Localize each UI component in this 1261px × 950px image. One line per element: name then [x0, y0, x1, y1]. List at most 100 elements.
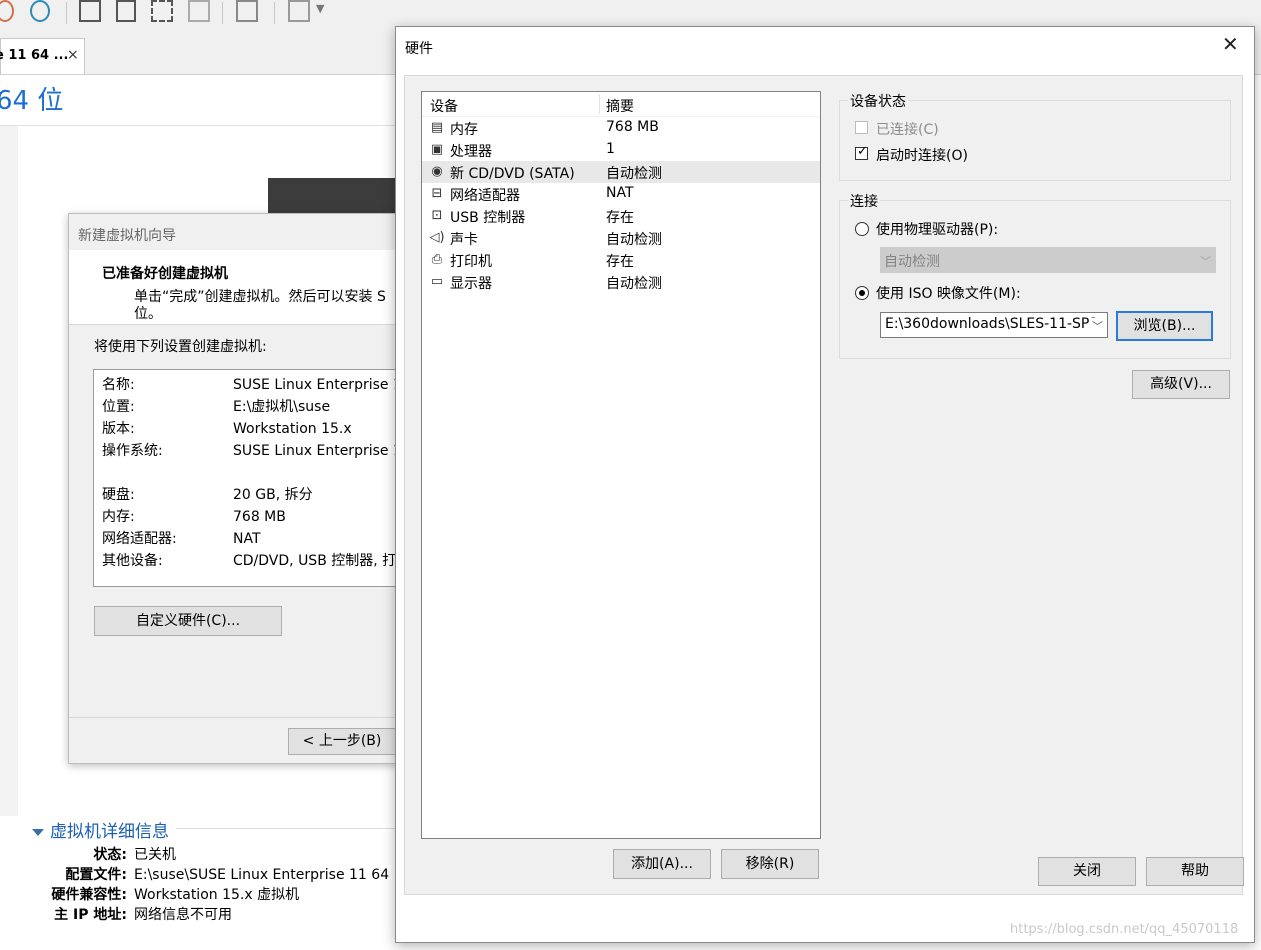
iso-image-label: 使用 ISO 映像文件(M):: [876, 286, 1021, 302]
device-name: 内存: [450, 122, 478, 138]
cd-dvd-icon: ◉: [431, 164, 443, 179]
detail-row-status: 状态: 已关机: [93, 847, 176, 863]
device-summary: 存在: [606, 254, 634, 270]
wizard-intro: 将使用下列设置创建虚拟机:: [94, 339, 267, 355]
device-row-network-adapter[interactable]: ⊟ 网络适配器 NAT: [422, 183, 820, 205]
wizard-subtitle: 单击“完成”创建虚拟机。然后可以安装 S: [134, 289, 386, 305]
left-gutter: [0, 126, 18, 816]
divider: [69, 717, 409, 718]
column-header-summary[interactable]: 摘要: [606, 96, 634, 116]
device-name: 显示器: [450, 276, 492, 292]
summary-row: 版本: Workstation 15.x: [102, 421, 352, 437]
watermark: https://blog.csdn.net/qq_45070118: [1010, 922, 1239, 937]
vm-details-title: 虚拟机详细信息: [50, 822, 169, 842]
device-name: 新 CD/DVD (SATA): [450, 166, 575, 182]
thumbnail-bar-icon[interactable]: [116, 0, 136, 22]
wizard-title: 新建虚拟机向导: [78, 228, 176, 244]
browse-button[interactable]: 浏览(B)...: [1116, 311, 1213, 341]
device-summary: NAT: [606, 185, 634, 201]
stretch-view-icon[interactable]: [288, 0, 310, 22]
device-status-group: 设备状态 已连接(C) ✓ 启动时连接(O): [839, 91, 1231, 181]
usb-controller-icon: ⊡: [431, 208, 443, 223]
toolbar-separator: [274, 2, 275, 24]
new-vm-wizard: 新建虚拟机向导 已准备好创建虚拟机 单击“完成”创建虚拟机。然后可以安装 S 位…: [68, 213, 409, 764]
device-list[interactable]: 设备 摘要 ▤ 内存 768 MB ▣ 处理器 1 ◉ 新 CD/DVD (SA…: [421, 91, 821, 839]
detail-row-config: 配置文件: E:\suse\SUSE Linux Enterprise 11 64: [65, 867, 390, 883]
divider: [0, 125, 400, 126]
toolbar-separator: [66, 2, 67, 24]
device-summary: 1: [606, 141, 615, 157]
hardware-dialog: 硬件 ✕ 设备 摘要 ▤ 内存 768 MB ▣ 处理器 1 ◉ 新 CD/DV…: [395, 26, 1255, 943]
chevron-down-icon: ﹀: [1200, 255, 1211, 268]
wizard-subtitle-cont: 位。: [134, 306, 162, 322]
physical-drive-label: 使用物理驱动器(P):: [876, 222, 999, 238]
device-name: 处理器: [450, 144, 492, 160]
device-row-memory[interactable]: ▤ 内存 768 MB: [422, 117, 820, 139]
divider: [176, 828, 406, 829]
connected-checkbox[interactable]: [855, 121, 868, 134]
display-icon: ▭: [430, 274, 444, 289]
dialog-title: 硬件: [405, 41, 433, 57]
device-name: 声卡: [450, 232, 478, 248]
tab-vm[interactable]: e 11 64 ... ×: [0, 38, 85, 74]
printer-icon: ⎙: [431, 252, 443, 267]
summary-row: 名称: SUSE Linux Enterprise 11: [102, 377, 409, 393]
device-row-usb-controller[interactable]: ⊡ USB 控制器 存在: [422, 205, 820, 227]
summary-row: 硬盘: 20 GB, 拆分: [102, 487, 313, 503]
device-row-cd-dvd[interactable]: ◉ 新 CD/DVD (SATA) 自动检测: [422, 161, 820, 183]
back-button[interactable]: < 上一步(B): [288, 728, 396, 755]
device-summary: 768 MB: [606, 119, 659, 135]
physical-drive-select[interactable]: 自动检测 ﹀: [880, 247, 1216, 273]
detail-row-ip: 主 IP 地址: 网络信息不可用: [54, 907, 232, 923]
toolbar-separator: [222, 2, 223, 24]
column-header-device[interactable]: 设备: [430, 96, 458, 116]
network-adapter-icon: ⊟: [431, 186, 443, 201]
vm-details-toggle[interactable]: 虚拟机详细信息: [32, 817, 169, 842]
chevron-down-icon[interactable]: ▼: [316, 2, 324, 15]
customize-hardware-button[interactable]: 自定义硬件(C)...: [94, 606, 282, 636]
radio-selected-dot: [859, 290, 865, 296]
processor-icon: ▣: [430, 142, 444, 157]
wizard-header: 已准备好创建虚拟机 单击“完成”创建虚拟机。然后可以安装 S 位。: [69, 250, 409, 325]
device-row-sound-card[interactable]: ◁) 声卡 自动检测: [422, 227, 820, 249]
device-name: USB 控制器: [450, 210, 526, 226]
settings-summary: 名称: SUSE Linux Enterprise 11 位置: E:\虚拟机\su…: [93, 369, 409, 587]
physical-drive-radio[interactable]: [855, 222, 869, 236]
select-value: 自动检测: [884, 254, 940, 270]
detail-row-compat: 硬件兼容性: Workstation 15.x 虚拟机: [51, 887, 300, 903]
advanced-button[interactable]: 高级(V)...: [1132, 370, 1230, 399]
snapshot-icon[interactable]: [30, 0, 50, 22]
add-device-button[interactable]: 添加(A)...: [613, 849, 711, 879]
unity-icon[interactable]: [188, 0, 210, 22]
close-icon[interactable]: ×: [67, 47, 79, 63]
remove-device-button[interactable]: 移除(R): [721, 849, 819, 879]
collapse-triangle-icon: [32, 828, 44, 836]
help-button[interactable]: 帮助: [1146, 857, 1244, 886]
device-row-processor[interactable]: ▣ 处理器 1: [422, 139, 820, 161]
vm-preview-thumbnail: [268, 178, 398, 218]
chevron-down-icon[interactable]: ﹀: [1090, 318, 1103, 334]
list-header: 设备 摘要: [422, 92, 820, 117]
summary-row: 网络适配器: NAT: [102, 531, 261, 547]
device-summary: 自动检测: [606, 232, 662, 248]
power-icon[interactable]: [0, 0, 14, 22]
connect-at-power-on-checkbox[interactable]: ✓: [855, 144, 868, 160]
device-summary: 自动检测: [606, 166, 662, 182]
close-button[interactable]: 关闭: [1038, 857, 1136, 886]
device-row-printer[interactable]: ⎙ 打印机 存在: [422, 249, 820, 271]
iso-path-combobox[interactable]: E:\360downloads\SLES-11-SP3- ﹀: [880, 312, 1108, 338]
fullscreen-icon[interactable]: [151, 0, 173, 22]
memory-icon: ▤: [430, 120, 444, 135]
connect-at-power-on-label: 启动时连接(O): [876, 148, 968, 164]
iso-image-radio[interactable]: [855, 286, 869, 300]
column-divider[interactable]: [599, 94, 600, 114]
device-row-display[interactable]: ▭ 显示器 自动检测: [422, 271, 820, 293]
summary-row: 位置: E:\虚拟机\suse: [102, 399, 331, 415]
device-name: 打印机: [450, 254, 492, 270]
connected-label: 已连接(C): [876, 122, 939, 138]
group-label: 连接: [848, 191, 880, 211]
library-view-icon[interactable]: [79, 0, 101, 22]
device-summary: 自动检测: [606, 276, 662, 292]
close-icon[interactable]: ✕: [1222, 32, 1239, 56]
console-icon[interactable]: [236, 0, 258, 22]
